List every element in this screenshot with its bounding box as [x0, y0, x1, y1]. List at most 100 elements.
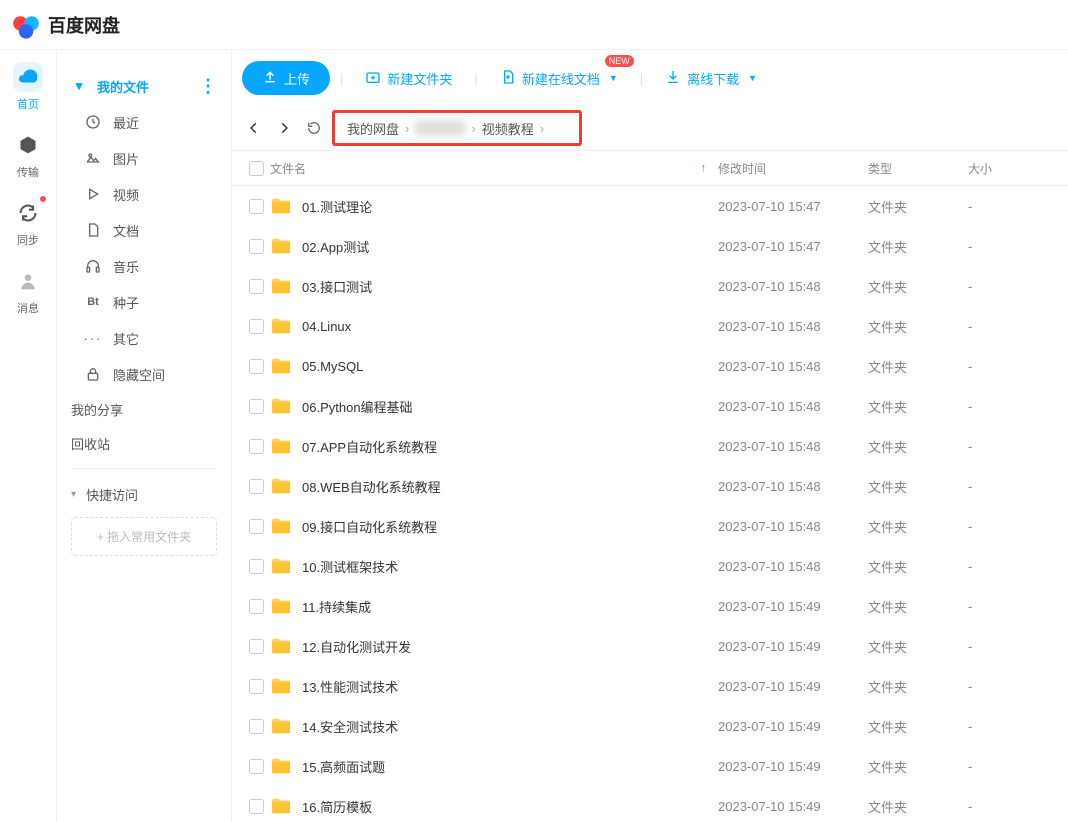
file-name: 04.Linux	[302, 319, 351, 334]
sidebar-item-image[interactable]: 图片	[57, 140, 231, 176]
table-row[interactable]: 08.WEB自动化系统教程 2023-07-10 15:48 文件夹 -	[232, 466, 1068, 506]
row-checkbox[interactable]	[249, 239, 264, 254]
row-checkbox[interactable]	[249, 359, 264, 374]
upload-button[interactable]: 上传	[242, 61, 330, 95]
table-row[interactable]: 16.简历模板 2023-07-10 15:49 文件夹 -	[232, 786, 1068, 822]
chevron-down-icon: ▼	[609, 73, 618, 83]
column-name[interactable]: 文件名 ↑	[270, 160, 718, 177]
breadcrumb-root[interactable]: 我的网盘	[347, 119, 399, 138]
file-name: 01.测试理论	[302, 197, 372, 216]
leftbar-item-transfer[interactable]: 传输	[8, 130, 48, 180]
table-row[interactable]: 06.Python编程基础 2023-07-10 15:48 文件夹 -	[232, 386, 1068, 426]
row-checkbox[interactable]	[249, 679, 264, 694]
breadcrumb-current[interactable]: 视频教程	[482, 119, 534, 138]
nav-refresh-button[interactable]	[302, 116, 326, 140]
sidebar-item-video[interactable]: 视频	[57, 176, 231, 212]
folder-icon	[270, 517, 292, 535]
column-type[interactable]: 类型	[868, 160, 968, 177]
row-checkbox[interactable]	[249, 759, 264, 774]
file-name: 09.接口自动化系统教程	[302, 517, 437, 536]
sidebar-item-music[interactable]: 音乐	[57, 248, 231, 284]
table-row[interactable]: 14.安全测试技术 2023-07-10 15:49 文件夹 -	[232, 706, 1068, 746]
folder-icon	[270, 277, 292, 295]
sidebar-item-seed[interactable]: Bt种子	[57, 284, 231, 320]
clock-icon	[85, 114, 101, 130]
row-checkbox[interactable]	[249, 319, 264, 334]
table-row[interactable]: 02.App测试 2023-07-10 15:47 文件夹 -	[232, 226, 1068, 266]
file-time: 2023-07-10 15:49	[718, 719, 868, 734]
doc-icon	[85, 222, 101, 238]
file-name: 03.接口测试	[302, 277, 372, 296]
row-checkbox[interactable]	[249, 519, 264, 534]
breadcrumb-sep: ›	[405, 121, 409, 136]
file-size: -	[968, 199, 1058, 214]
sort-asc-icon: ↑	[701, 162, 707, 174]
folder-icon	[270, 397, 292, 415]
folder-icon	[270, 237, 292, 255]
sidebar-item-label: 图片	[113, 149, 139, 168]
more-icon[interactable]: ⋮	[199, 76, 217, 97]
row-checkbox[interactable]	[249, 199, 264, 214]
new-online-doc-button[interactable]: 新建在线文档 ▼ NEW	[488, 61, 630, 95]
quick-drop-zone[interactable]: + 拖入常用文件夹	[71, 517, 217, 556]
sidebar-item-myfiles[interactable]: ▾ 我的文件 ⋮	[57, 68, 231, 104]
file-type: 文件夹	[868, 357, 968, 376]
file-type: 文件夹	[868, 237, 968, 256]
row-checkbox[interactable]	[249, 799, 264, 814]
table-row[interactable]: 05.MySQL 2023-07-10 15:48 文件夹 -	[232, 346, 1068, 386]
file-name: 02.App测试	[302, 237, 369, 256]
file-size: -	[968, 319, 1058, 334]
leftbar-item-sync[interactable]: 同步	[8, 198, 48, 248]
file-size: -	[968, 639, 1058, 654]
file-type: 文件夹	[868, 717, 968, 736]
nav-forward-button[interactable]	[272, 116, 296, 140]
sidebar-item-quick[interactable]: ▾ 快捷访问	[57, 477, 231, 511]
folder-icon	[270, 797, 292, 815]
file-type: 文件夹	[868, 277, 968, 296]
breadcrumb-hidden[interactable]	[415, 120, 465, 136]
row-checkbox[interactable]	[249, 279, 264, 294]
sidebar-item-hidden[interactable]: 隐藏空间	[57, 356, 231, 392]
table-row[interactable]: 03.接口测试 2023-07-10 15:48 文件夹 -	[232, 266, 1068, 306]
row-checkbox[interactable]	[249, 399, 264, 414]
table-row[interactable]: 10.测试框架技术 2023-07-10 15:48 文件夹 -	[232, 546, 1068, 586]
row-checkbox[interactable]	[249, 559, 264, 574]
nav-back-button[interactable]	[242, 116, 266, 140]
row-checkbox[interactable]	[249, 479, 264, 494]
sidebar-item-myshare[interactable]: 我的分享	[57, 392, 231, 426]
file-name: 05.MySQL	[302, 359, 363, 374]
main: 上传 | 新建文件夹 | 新建在线文档 ▼ NEW |	[232, 50, 1068, 822]
new-folder-label: 新建文件夹	[387, 69, 452, 88]
sidebar-item-recent[interactable]: 最近	[57, 104, 231, 140]
table-row[interactable]: 09.接口自动化系统教程 2023-07-10 15:48 文件夹 -	[232, 506, 1068, 546]
cloud-icon	[13, 62, 43, 92]
table-row[interactable]: 12.自动化测试开发 2023-07-10 15:49 文件夹 -	[232, 626, 1068, 666]
breadcrumb: 我的网盘 › › 视频教程 ›	[332, 110, 582, 146]
column-size[interactable]: 大小	[968, 160, 1058, 177]
file-time: 2023-07-10 15:48	[718, 319, 868, 334]
divider	[71, 468, 217, 469]
table-row[interactable]: 13.性能测试技术 2023-07-10 15:49 文件夹 -	[232, 666, 1068, 706]
new-folder-button[interactable]: 新建文件夹	[353, 61, 464, 95]
table-row[interactable]: 04.Linux 2023-07-10 15:48 文件夹 -	[232, 306, 1068, 346]
column-time[interactable]: 修改时间	[718, 160, 868, 177]
offline-download-button[interactable]: 离线下载 ▼	[653, 61, 769, 95]
sidebar-item-doc[interactable]: 文档	[57, 212, 231, 248]
file-type: 文件夹	[868, 397, 968, 416]
row-checkbox[interactable]	[249, 639, 264, 654]
leftbar-item-home[interactable]: 首页	[8, 62, 48, 112]
table-row[interactable]: 11.持续集成 2023-07-10 15:49 文件夹 -	[232, 586, 1068, 626]
table-row[interactable]: 01.测试理论 2023-07-10 15:47 文件夹 -	[232, 186, 1068, 226]
leftbar-item-message[interactable]: 消息	[8, 266, 48, 316]
file-name: 11.持续集成	[302, 597, 371, 616]
row-checkbox[interactable]	[249, 599, 264, 614]
file-type: 文件夹	[868, 517, 968, 536]
table-row[interactable]: 07.APP自动化系统教程 2023-07-10 15:48 文件夹 -	[232, 426, 1068, 466]
table-row[interactable]: 15.高频面试题 2023-07-10 15:49 文件夹 -	[232, 746, 1068, 786]
select-all-checkbox[interactable]	[249, 161, 264, 176]
logo[interactable]: 百度网盘	[10, 9, 120, 41]
sidebar-item-other[interactable]: ···其它	[57, 320, 231, 356]
row-checkbox[interactable]	[249, 439, 264, 454]
sidebar-item-recycle[interactable]: 回收站	[57, 426, 231, 460]
row-checkbox[interactable]	[249, 719, 264, 734]
